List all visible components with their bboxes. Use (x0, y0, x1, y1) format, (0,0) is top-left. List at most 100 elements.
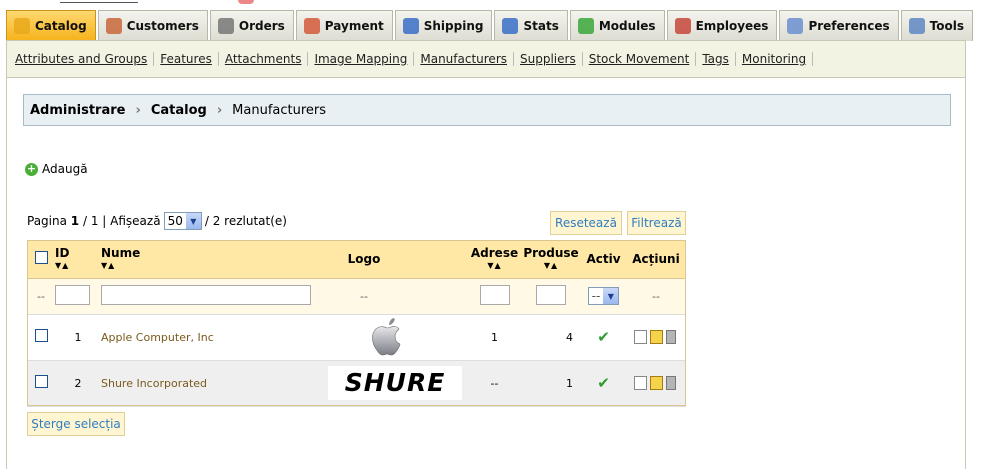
tab-customers[interactable]: Customers (97, 10, 208, 41)
tab-tools[interactable]: Tools (900, 10, 974, 41)
cart-icon (217, 18, 234, 34)
submenu-link-suppliers[interactable]: Suppliers (520, 52, 583, 66)
edit-icon[interactable] (649, 330, 663, 344)
chevron-right-icon: › (216, 102, 223, 118)
submenu-link-image-mapping[interactable]: Image Mapping (314, 52, 415, 66)
tab-orders[interactable]: Orders (209, 10, 294, 41)
breadcrumb: Administrare › Catalog › Manufacturers (23, 94, 951, 126)
checkmark-icon[interactable]: ✔ (597, 328, 610, 346)
sort-arrows-icon[interactable]: ▼▲ (55, 261, 101, 271)
tab-catalog[interactable]: Catalog (6, 10, 96, 41)
submenu-link-tags[interactable]: Tags (702, 52, 736, 66)
tab-label: Tools (929, 19, 965, 33)
pager-prefix: Pagina (27, 214, 67, 228)
folder-icon (14, 18, 30, 34)
delete-selection-button[interactable]: Șterge selecția (27, 412, 125, 436)
view-icon[interactable] (633, 376, 647, 390)
preferences-icon (787, 18, 804, 34)
truck-icon (402, 18, 419, 34)
tab-label: Employees (695, 19, 769, 33)
per-page-value: 50 (167, 214, 183, 228)
employee-icon (674, 18, 691, 34)
add-button[interactable]: + Adaugă (25, 162, 88, 176)
col-addresses: Adrese (470, 246, 519, 261)
tab-preferences[interactable]: Preferences (779, 10, 899, 41)
tab-label: Payment (324, 19, 384, 33)
content-panel: Administrare › Catalog › Manufacturers +… (6, 78, 966, 469)
row-checkbox[interactable] (34, 329, 48, 342)
filter-button[interactable]: Filtrează (627, 211, 686, 235)
chevron-down-icon: ▼ (603, 288, 619, 304)
filter-addresses-input[interactable] (479, 284, 510, 305)
breadcrumb-root[interactable]: Administrare (30, 103, 125, 118)
tab-label: Modules (598, 19, 656, 33)
row-products: 1 (521, 360, 581, 407)
submenu-link-features[interactable]: Features (160, 52, 219, 66)
filter-name-input[interactable] (101, 284, 311, 305)
tab-label: Customers (126, 19, 199, 33)
row-checkbox[interactable] (34, 375, 48, 388)
tab-label: Shipping (423, 19, 484, 33)
filter-row: -- -- -- ▼ -- (27, 278, 686, 315)
submenu-link-manufacturers[interactable]: Manufacturers (420, 52, 515, 66)
pager-result: / 2 rezlutat(e) (204, 214, 287, 228)
per-page-select[interactable]: 50 ▼ (163, 212, 202, 230)
breadcrumb-current: Manufacturers (232, 102, 327, 118)
checkmark-icon[interactable]: ✔ (597, 374, 610, 392)
submenu-link-monitoring[interactable]: Monitoring (742, 52, 814, 66)
row-id: 1 (55, 314, 101, 361)
table-row[interactable]: 2 Shure Incorporated SHURE -- 1 ✔ (27, 360, 686, 407)
add-icon: + (25, 161, 38, 176)
select-all-checkbox[interactable] (34, 250, 48, 264)
edit-icon[interactable] (649, 376, 663, 390)
chevron-right-icon: › (135, 102, 141, 118)
table-row[interactable]: 1 Apple Computer, Inc 1 4 ✔ (27, 314, 686, 361)
tab-shipping[interactable]: Shipping (394, 10, 493, 41)
sort-arrows-icon[interactable]: ▼▲ (468, 261, 521, 271)
filter-logo-dash: -- (320, 278, 468, 315)
col-active: Activ (586, 251, 621, 266)
breadcrumb-section[interactable]: Catalog (151, 103, 207, 118)
sort-arrows-icon[interactable]: ▼▲ (521, 261, 581, 271)
col-logo: Logo (347, 251, 381, 266)
filter-id-input[interactable] (55, 284, 90, 305)
tab-payment[interactable]: Payment (295, 10, 393, 41)
puzzle-icon (577, 18, 594, 34)
row-name[interactable]: Shure Incorporated (101, 360, 320, 407)
view-icon[interactable] (633, 330, 647, 344)
table-header: ID ▼▲ Nume ▼▲ Logo Adrese ▼▲ Produse ▼▲ Acti… (27, 240, 686, 279)
chevron-down-icon: ▼ (185, 213, 201, 229)
apple-logo (372, 318, 401, 356)
filter-actions-dash: -- (626, 278, 686, 315)
payment-icon (303, 18, 320, 34)
row-products: 4 (521, 314, 581, 361)
tab-modules[interactable]: Modules (569, 10, 665, 41)
submenu-link-attachments[interactable]: Attachments (225, 52, 309, 66)
tab-stats[interactable]: Stats (494, 10, 568, 41)
customer-icon (105, 18, 122, 34)
filter-products-input[interactable] (536, 284, 566, 305)
reset-button[interactable]: Resetează (550, 211, 622, 235)
pager-suffix: / 1 | Afișează (82, 214, 161, 228)
col-name: Nume (101, 246, 141, 261)
submenu-link-attributes-and-groups[interactable]: Attributes and Groups (15, 52, 155, 66)
catalog-submenu: Attributes and Groups Features Attachments… (6, 40, 966, 78)
pager-page: 1 (70, 214, 80, 228)
tab-employees[interactable]: Employees (666, 10, 778, 41)
add-label: Adaugă (42, 162, 88, 176)
row-id: 2 (55, 360, 101, 407)
row-name[interactable]: Apple Computer, Inc (101, 314, 320, 361)
shure-logo: SHURE (328, 366, 462, 400)
filter-dash: -- (27, 278, 55, 315)
filter-active-value: -- (591, 289, 601, 303)
delete-icon[interactable] (665, 330, 676, 344)
filter-active-select[interactable]: -- ▼ (587, 287, 620, 305)
main-tabs: Catalog Customers Orders Payment Shipping Sta… (6, 10, 975, 41)
tab-label: Preferences (808, 19, 890, 33)
pagination: Pagina 1 / 1 | Afișează 50 ▼ / 2 rezlutat… (27, 212, 287, 230)
col-products: Produse (523, 246, 579, 261)
delete-icon[interactable] (665, 376, 676, 390)
sort-arrows-icon[interactable]: ▼▲ (101, 261, 320, 271)
submenu-link-stock-movement[interactable]: Stock Movement (589, 52, 697, 66)
tab-label: Orders (238, 19, 285, 33)
